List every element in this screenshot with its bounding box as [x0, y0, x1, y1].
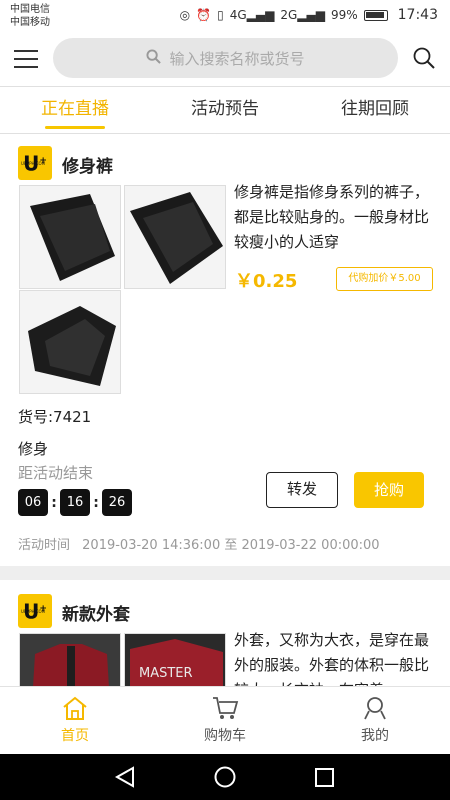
agent-price-badge: 代购加价￥5.00	[336, 267, 433, 291]
status-bar: 中国电信 中国移动 ◎ ⏰ ▯ 4G▂▄▆ 2G▂▄▆ 99% 17:43	[0, 0, 450, 32]
tab-bar: 正在直播 活动预告 往期回顾	[0, 86, 450, 134]
countdown-label: 距活动结束	[18, 464, 94, 482]
store-logo-icon: U+ URPPH.COM	[18, 594, 52, 628]
tab-history[interactable]: 往期回顾	[300, 87, 450, 133]
store-logo-icon: U+ URPPH.COM	[18, 146, 52, 180]
signal-4g-icon: 4G▂▄▆	[229, 8, 275, 22]
menu-icon[interactable]	[14, 50, 38, 70]
recents-icon[interactable]	[315, 768, 334, 787]
product-image[interactable]	[124, 185, 226, 289]
search-header: 输入搜索名称或货号	[0, 32, 450, 86]
search-icon[interactable]	[412, 46, 436, 70]
forward-button[interactable]: 转发	[266, 472, 338, 508]
jacket-print: MASTER	[139, 666, 193, 681]
product-price: ￥0.25	[235, 271, 298, 292]
countdown-minutes: 16	[60, 489, 90, 516]
carrier-2: 中国移动	[10, 17, 50, 28]
system-nav-bar	[0, 754, 450, 800]
vibrate-icon: ▯	[217, 8, 224, 22]
countdown-seconds: 26	[102, 489, 132, 516]
search-placeholder: 输入搜索名称或货号	[169, 49, 305, 68]
alarm-icon: ⏰	[196, 8, 212, 22]
nav-cart[interactable]: 购物车	[150, 687, 300, 754]
product-sku: 货号:7421	[18, 408, 92, 426]
nav-home-label: 首页	[61, 728, 89, 744]
bottom-nav: 首页 购物车 我的	[0, 686, 450, 754]
product-image[interactable]	[19, 290, 121, 394]
home-icon	[63, 696, 87, 720]
product-image[interactable]	[19, 185, 121, 289]
home-circle-icon[interactable]	[214, 766, 236, 788]
countdown-hours: 06	[18, 489, 48, 516]
tab-live[interactable]: 正在直播	[0, 87, 150, 133]
carrier-info: 中国电信 中国移动	[10, 3, 50, 29]
nav-home[interactable]: 首页	[0, 687, 150, 754]
product-tag: 修身	[18, 440, 49, 458]
grab-button[interactable]: 抢购	[354, 472, 424, 508]
product-card: U+ URPPH.COM 新款外套 MASTER 外套，又称为大衣，是穿在最外的服…	[0, 580, 450, 686]
product-image[interactable]	[19, 633, 121, 686]
nav-cart-label: 购物车	[204, 728, 246, 744]
product-description: 修身裤是指修身系列的裤子，都是比较贴身的。一般身材比较瘦小的人适穿	[234, 183, 430, 251]
signal-2g-icon: 2G▂▄▆	[280, 8, 325, 22]
product-description: 外套，又称为大衣，是穿在最外的服装。外套的体积一般比较大，长衣袖，在穿着	[234, 631, 430, 686]
nav-mine-label: 我的	[361, 728, 389, 744]
search-input[interactable]: 输入搜索名称或货号	[53, 38, 398, 78]
activity-time-label: 活动时间	[18, 538, 71, 553]
carrier-1: 中国电信	[10, 4, 50, 15]
product-card: U+ URPPH.COM 修身裤 修身裤是指修身系列的裤子，都是比较贴身的。一般身…	[0, 134, 450, 566]
product-image[interactable]: MASTER	[124, 633, 226, 686]
countdown-timer: 06 : 16 : 26	[18, 489, 132, 516]
hotspot-icon: ◎	[179, 8, 191, 22]
back-icon[interactable]	[114, 766, 134, 788]
user-icon	[364, 697, 386, 720]
card-divider	[0, 566, 450, 580]
status-icons: ◎ ⏰ ▯ 4G▂▄▆ 2G▂▄▆ 99% 17:43	[180, 7, 438, 23]
activity-time-range: 2019-03-20 14:36:00 至 2019-03-22 00:00:0…	[82, 538, 380, 553]
search-small-icon	[146, 48, 162, 68]
activity-time: 活动时间 2019-03-20 14:36:00 至 2019-03-22 00…	[18, 534, 388, 553]
cart-icon	[213, 697, 239, 719]
battery-percent: 99%	[330, 8, 358, 22]
nav-mine[interactable]: 我的	[300, 687, 450, 754]
tab-preview[interactable]: 活动预告	[150, 87, 300, 133]
clock: 17:43	[397, 7, 438, 23]
product-title: 新款外套	[62, 605, 130, 625]
battery-icon	[363, 9, 388, 21]
product-title: 修身裤	[62, 157, 113, 177]
